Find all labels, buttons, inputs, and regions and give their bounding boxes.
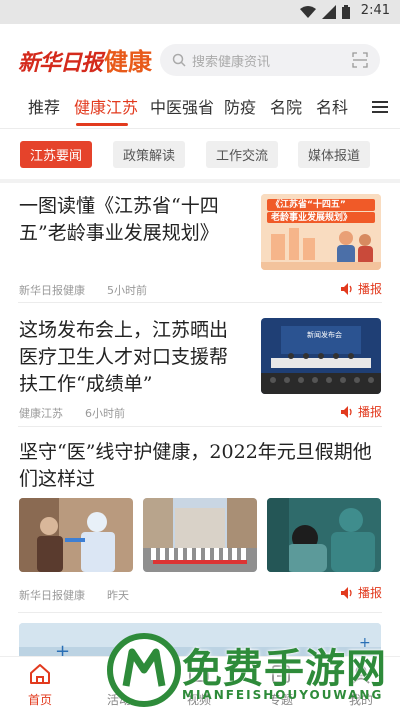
speaker-icon [340,405,352,418]
play-label: 播报 [357,282,382,296]
tab-hospitals[interactable]: 名院 [270,94,302,118]
watermark-pinyin: MIANFEISHOUYOUWANG [182,688,384,702]
logo-brand: 新华日报 [18,50,103,76]
speaker-icon [340,586,352,599]
wifi-icon [300,6,316,18]
subtab-policy[interactable]: 政策解读 [113,141,185,168]
subtab-media[interactable]: 媒体报道 [298,141,370,168]
article-time: 昨天 [107,589,129,602]
watermark-text: 免费手游网 [182,646,387,692]
article-thumbnail [267,498,381,572]
article-title: 一图读懂《江苏省“十四五”老龄事业发展规划》 [19,195,219,244]
article-source: 新华日报健康 [19,284,85,297]
tab-recommend[interactable]: 推荐 [28,94,60,118]
search-icon [172,53,186,67]
article-separator [18,612,382,613]
article-card[interactable]: 一图读懂《江苏省“十四五”老龄事业发展规划》 《江苏省“十四五” 老龄事业发展规… [0,183,400,303]
watermark-logo [107,633,181,707]
tab-departments[interactable]: 名科 [316,94,348,118]
article-source: 新华日报健康 [19,589,85,602]
nav-home[interactable]: 首页 [5,657,75,708]
play-button[interactable]: 播报 [340,280,382,297]
thumbnail-caption: 老龄事业发展规划》 [271,213,353,223]
article-meta: 健康江苏 6小时前 [19,405,125,421]
status-bar: 2:41 [0,0,400,24]
search-bar[interactable]: 搜索健康资讯 [160,44,380,76]
scan-icon[interactable] [352,52,368,68]
play-button[interactable]: 播报 [340,584,382,601]
article-card[interactable]: 这场发布会上，江苏晒出医疗卫生人才对口支援帮扶工作“成绩单” 新闻发布会 健康江… [0,303,400,427]
menu-icon[interactable] [372,100,388,114]
logo-sub: 健康 [104,48,153,76]
nav-label: 首页 [27,693,52,707]
sub-tabs: 江苏要闻 政策解读 工作交流 媒体报道 [0,129,400,179]
article-title: 这场发布会上，江苏晒出医疗卫生人才对口支援帮扶工作“成绩单” [19,319,229,395]
status-time: 2:41 [360,3,390,18]
app-logo: 新华日报 健康 [18,42,152,76]
subtab-work[interactable]: 工作交流 [206,141,278,168]
article-title: 坚守“医”线守护健康，2022年元旦假期他们这样过 [19,441,372,490]
battery-icon [342,5,350,19]
speaker-icon [340,282,352,295]
tab-epidemic[interactable]: 防疫 [224,94,256,118]
article-thumbnail: 新闻发布会 [261,318,381,394]
thumbnail-caption: 新闻发布会 [307,331,342,339]
article-thumbnail [19,498,133,572]
thumbnail-caption: 《江苏省“十四五” [271,200,346,210]
article-meta: 新华日报健康 昨天 [19,587,129,603]
article-thumbnail: 《江苏省“十四五” 老龄事业发展规划》 [261,194,381,270]
play-label: 播报 [357,405,382,419]
active-tab-indicator [76,123,128,126]
watermark: 免费手游网 MIANFEISHOUYOUWANG [100,630,400,711]
article-source: 健康江苏 [19,407,63,420]
article-thumbnail [143,498,257,572]
status-icons [300,5,350,19]
play-button[interactable]: 播报 [340,403,382,420]
article-card[interactable]: 坚守“医”线守护健康，2022年元旦假期他们这样过 新华日报健康 昨天 播报 [0,427,400,613]
article-meta: 新华日报健康 5小时前 [19,282,147,298]
app-header: 新华日报 健康 搜索健康资讯 [0,24,400,88]
tab-jiangsu-health[interactable]: 健康江苏 [74,94,138,118]
home-icon [30,664,50,684]
subtab-jiangsu-news[interactable]: 江苏要闻 [20,141,92,168]
article-time: 5小时前 [107,284,147,297]
tab-tcm[interactable]: 中医强省 [150,94,214,118]
signal-icon [322,5,336,19]
article-time: 6小时前 [85,407,125,420]
play-label: 播报 [357,586,382,600]
category-tabs: 推荐 健康江苏 中医强省 防疫 名院 名科 [0,88,400,128]
search-placeholder: 搜索健康资讯 [192,54,271,70]
